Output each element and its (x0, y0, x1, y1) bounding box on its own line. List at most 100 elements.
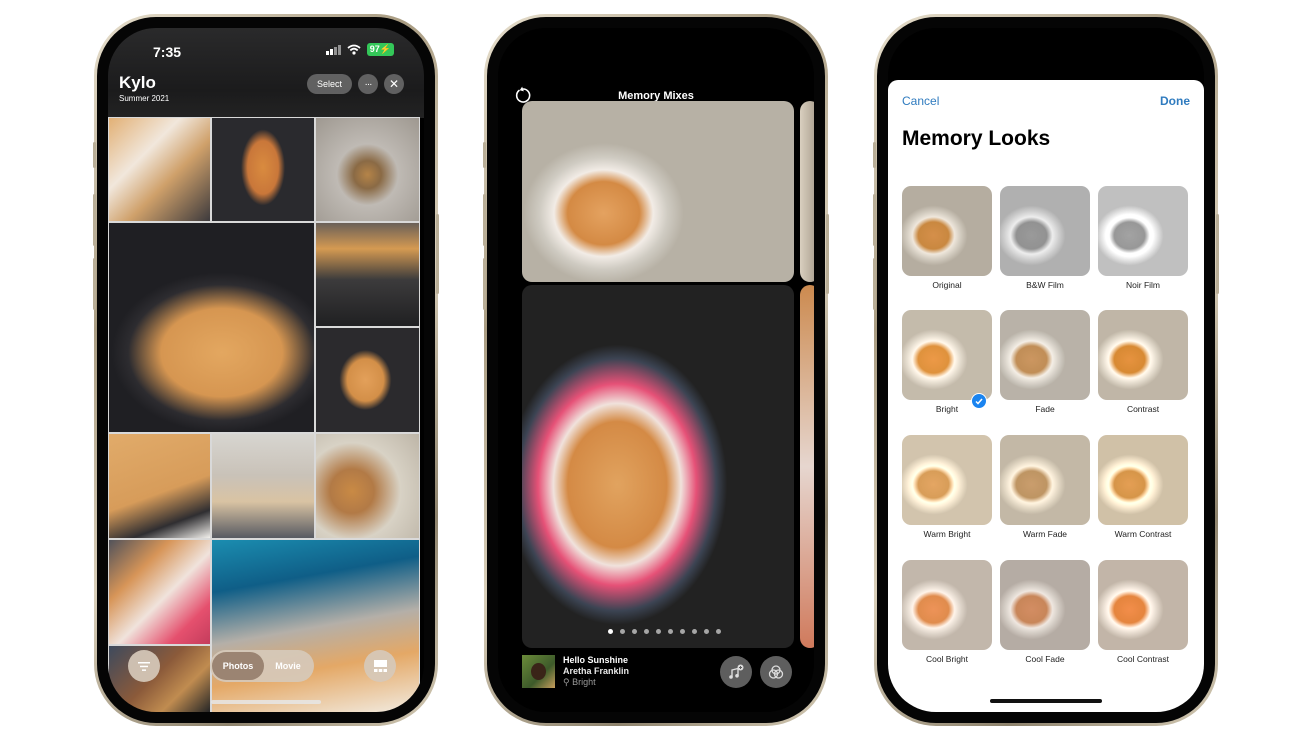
look-label: Warm Bright (923, 529, 971, 539)
cancel-button[interactable]: Cancel (902, 94, 939, 108)
page-dot[interactable] (620, 629, 625, 634)
grid-layout-icon (373, 660, 387, 672)
look-thumbnail (902, 435, 992, 525)
photo-thumbnail[interactable] (315, 433, 420, 539)
memory-photo-card-next[interactable] (800, 285, 814, 648)
page-dot[interactable] (656, 629, 661, 634)
look-option[interactable]: Cool Bright (902, 560, 992, 664)
photo-thumbnail[interactable] (315, 327, 420, 433)
album-subtitle: Summer 2021 (119, 94, 170, 103)
filter-icon (138, 661, 150, 671)
volume-up-button (873, 194, 876, 246)
look-thumbnail (1000, 560, 1090, 650)
power-button (436, 214, 439, 294)
look-option[interactable]: Cool Contrast (1098, 560, 1188, 664)
look-option[interactable]: Warm Bright (902, 435, 992, 539)
close-icon: ✕ (388, 77, 400, 91)
tab-photos[interactable]: Photos (212, 652, 264, 680)
page-dot[interactable] (680, 629, 685, 634)
photo-thumbnail[interactable] (108, 539, 211, 645)
look-option[interactable]: Original (902, 186, 992, 290)
close-button[interactable]: ✕ (384, 74, 404, 94)
page-dot[interactable] (704, 629, 709, 634)
battery-indicator: 97⚡ (366, 43, 394, 56)
volume-down-button (483, 258, 486, 310)
memory-looks-sheet: Cancel Done Memory Looks Original B&W Fil… (888, 80, 1204, 712)
now-playing[interactable]: Hello Sunshine Aretha Franklin ⚲ Bright (522, 655, 629, 688)
look-thumbnail (1098, 435, 1188, 525)
album-title: Kylo (119, 73, 156, 92)
bottom-toolbar: Photos Movie (108, 636, 424, 712)
song-artist: Aretha Franklin (563, 666, 630, 676)
cellular-signal-icon (326, 44, 341, 55)
look-option[interactable]: Fade (1000, 310, 1090, 414)
album-art (522, 655, 555, 688)
add-music-button[interactable] (720, 656, 752, 688)
look-option[interactable]: Bright (902, 310, 992, 414)
photo-thumbnail[interactable] (108, 433, 211, 539)
look-label: Cool Bright (925, 654, 969, 664)
phone-memory-looks: Cancel Done Memory Looks Original B&W Fil… (873, 14, 1219, 726)
look-thumbnail (1000, 186, 1090, 276)
photo-thumbnail[interactable] (211, 117, 315, 222)
look-option[interactable]: B&W Film (1000, 186, 1090, 290)
look-option[interactable]: Warm Contrast (1098, 435, 1188, 539)
layout-button[interactable] (364, 650, 396, 682)
look-label: Fade (1035, 404, 1055, 414)
page-dot[interactable] (632, 629, 637, 634)
memory-photo-card-next[interactable] (800, 101, 814, 282)
look-label: Cool Fade (1025, 654, 1065, 664)
look-thumbnail (902, 186, 992, 276)
filter-button[interactable] (128, 650, 160, 682)
ellipsis-icon: ··· (364, 78, 373, 90)
look-thumbnail (902, 560, 992, 650)
look-label: B&W Film (1026, 280, 1064, 290)
screen: Cancel Done Memory Looks Original B&W Fil… (888, 28, 1204, 712)
page-dot[interactable] (668, 629, 673, 634)
photo-thumbnail[interactable] (108, 222, 315, 433)
look-label: Cool Contrast (1117, 654, 1169, 664)
look-option[interactable]: Contrast (1098, 310, 1188, 414)
photo-thumbnail[interactable] (315, 222, 420, 327)
memory-looks-icon (768, 665, 784, 679)
phone-memory-mixes: Memory Mixes Hello Sunshine Aretha Frank… (483, 14, 829, 726)
memory-photo-card[interactable] (522, 101, 794, 282)
home-indicator (211, 700, 321, 704)
look-thumbnail (1098, 186, 1188, 276)
current-look: ⚲ Bright (563, 677, 596, 687)
more-options-button[interactable]: ··· (358, 74, 378, 94)
look-thumbnail (1000, 310, 1090, 400)
side-switch (873, 142, 876, 168)
look-option[interactable]: Warm Fade (1000, 435, 1090, 539)
add-music-icon (729, 664, 744, 679)
screen: Memory Mixes Hello Sunshine Aretha Frank… (498, 28, 814, 712)
memory-looks-button[interactable] (760, 656, 792, 688)
look-label: Contrast (1126, 404, 1160, 414)
view-mode-segmented-control: Photos Movie (210, 650, 314, 682)
volume-up-button (93, 194, 96, 246)
page-dot[interactable] (608, 629, 613, 634)
photo-thumbnail[interactable] (108, 117, 211, 222)
photo-thumbnail[interactable] (315, 117, 420, 222)
wifi-icon (347, 44, 361, 55)
sheet-title: Memory Looks (902, 127, 1051, 150)
tab-movie[interactable]: Movie (264, 652, 312, 680)
page-dot[interactable] (692, 629, 697, 634)
select-button[interactable]: Select (307, 74, 352, 94)
page-dot[interactable] (716, 629, 721, 634)
look-option[interactable]: Cool Fade (1000, 560, 1090, 664)
power-button (1216, 214, 1219, 294)
status-time: 7:35 (153, 44, 182, 60)
photo-thumbnail[interactable] (211, 433, 315, 539)
volume-down-button (873, 258, 876, 310)
look-label: Warm Fade (1022, 529, 1068, 539)
memory-photo-card[interactable] (522, 285, 794, 648)
volume-down-button (93, 258, 96, 310)
done-button[interactable]: Done (1160, 94, 1190, 108)
page-indicator[interactable] (608, 629, 721, 634)
power-button (826, 214, 829, 294)
look-option[interactable]: Noir Film (1098, 186, 1188, 290)
page-dot[interactable] (644, 629, 649, 634)
look-thumbnail (902, 310, 992, 400)
look-thumbnail (1098, 560, 1188, 650)
